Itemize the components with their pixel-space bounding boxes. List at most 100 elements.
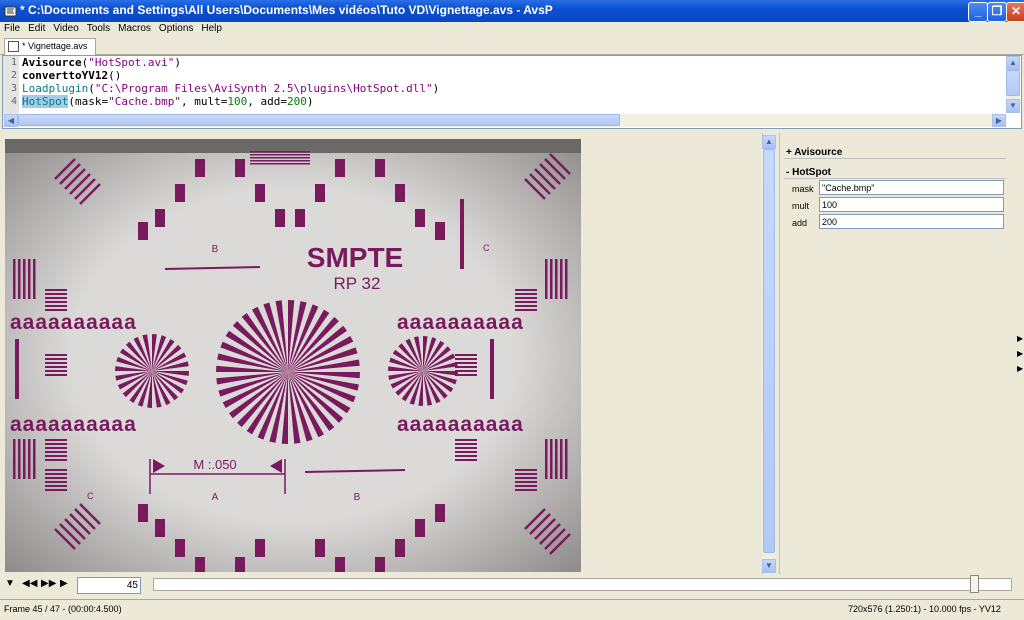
param-mask-field[interactable]: "Cache.bmp" — [819, 180, 1004, 195]
resolution-line — [45, 301, 67, 303]
code-line-2[interactable]: converttoYV12() — [22, 69, 121, 82]
param-mult-field[interactable]: 100 — [819, 197, 1004, 212]
resolution-line — [45, 477, 67, 479]
resolution-line — [515, 289, 537, 291]
panel-arrow-icon[interactable]: ▶ — [1017, 349, 1023, 358]
resolution-line — [45, 374, 67, 376]
chart-block — [375, 557, 385, 572]
scroll-up-button[interactable]: ▲ — [1006, 56, 1020, 70]
code-line-1[interactable]: Avisource("HotSpot.avi") — [22, 56, 181, 69]
section-hotspot[interactable]: - HotSpot — [786, 167, 831, 178]
resolution-line — [45, 293, 67, 295]
window-title: * C:\Documents and Settings\All Users\Do… — [20, 3, 553, 17]
resolution-bar — [23, 259, 26, 299]
section-divider — [784, 178, 1006, 179]
menu-bar: File Edit Video Tools Macros Options Help — [0, 22, 1024, 37]
scroll-right-button[interactable]: ▶ — [992, 114, 1006, 127]
chart-block — [335, 557, 345, 572]
chart-block — [415, 209, 425, 227]
maximize-button[interactable]: ❐ — [987, 2, 1007, 22]
close-button[interactable]: ✕ — [1006, 2, 1024, 22]
resolution-line — [455, 455, 477, 457]
scroll-up-button[interactable]: ▲ — [762, 135, 776, 149]
code-function: Loadplugin — [22, 82, 89, 95]
scroll-thumb[interactable] — [18, 114, 620, 126]
scale-bar — [460, 199, 464, 269]
editor-vertical-scrollbar[interactable]: ▲ ▼ — [1006, 56, 1020, 113]
code-function: Avisource — [22, 56, 82, 69]
code-punct: ) — [306, 95, 314, 108]
scale-bar — [15, 339, 19, 399]
expand-toggle[interactable]: + — [786, 147, 792, 158]
menu-tools[interactable]: Tools — [83, 22, 114, 36]
smpte-test-chart: SMPTE RP 32 M :.050 B B A C C aaaaaaaaaa… — [5, 139, 581, 572]
section-title: Avisource — [794, 147, 843, 158]
m-label: M :.050 — [193, 457, 236, 472]
next-frame-icon[interactable]: ▶▶ — [41, 578, 56, 589]
resolution-bar — [13, 259, 16, 299]
resolution-line — [250, 154, 310, 156]
resolution-line — [45, 485, 67, 487]
scroll-thumb[interactable] — [763, 149, 775, 553]
chart-block — [195, 557, 205, 572]
resolution-line — [45, 439, 67, 441]
resolution-line — [455, 362, 477, 364]
resolution-line — [45, 481, 67, 483]
scroll-down-button[interactable]: ▼ — [1006, 99, 1020, 113]
frame-number-input[interactable]: 45 — [77, 577, 141, 594]
resolution-line — [45, 370, 67, 372]
tab-label: * Vignettage.avs — [22, 41, 88, 51]
scroll-thumb[interactable] — [1006, 70, 1020, 96]
resolution-line — [45, 354, 67, 356]
play-menu-icon[interactable]: ▼ — [5, 578, 15, 589]
param-add-field[interactable]: 200 — [819, 214, 1004, 229]
script-editor[interactable]: 1 2 3 4 Avisource("HotSpot.avi") convert… — [2, 55, 1022, 129]
resolution-bar — [550, 259, 553, 299]
b-label: B — [212, 244, 219, 255]
menu-video[interactable]: Video — [49, 22, 82, 36]
previous-frame-icon[interactable]: ◀◀ — [22, 578, 37, 589]
resolution-bar — [28, 259, 31, 299]
chart-block — [138, 222, 148, 240]
app-icon — [4, 6, 17, 17]
status-bar: Frame 45 / 47 - (00:00:4.500) 720x576 (1… — [0, 599, 1024, 620]
editor-horizontal-scrollbar[interactable]: ◀ ▶ — [3, 114, 1006, 127]
scroll-left-button[interactable]: ◀ — [4, 114, 18, 127]
line-number: 3 — [10, 83, 17, 94]
resolution-line — [250, 151, 310, 153]
menu-help[interactable]: Help — [197, 22, 226, 36]
a-row-top-left: aaaaaaaaaa — [10, 311, 137, 334]
resolution-line — [515, 297, 537, 299]
code-line-4[interactable]: HotSpot(mask="Cache.bmp", mult=100, add=… — [22, 95, 313, 108]
menu-macros[interactable]: Macros — [114, 22, 155, 36]
minimize-button[interactable]: _ — [968, 2, 988, 22]
resolution-line — [45, 473, 67, 475]
scroll-down-button[interactable]: ▼ — [762, 559, 776, 573]
resolution-line — [455, 459, 477, 461]
resolution-bar — [23, 439, 26, 479]
chart-block — [175, 184, 185, 202]
chart-block — [335, 159, 345, 177]
menu-options[interactable]: Options — [155, 22, 197, 36]
resolution-line — [515, 485, 537, 487]
code-line-3[interactable]: Loadplugin("C:\Program Files\AviSynth 2.… — [22, 82, 439, 95]
resolution-line — [455, 443, 477, 445]
panel-arrow-icon[interactable]: ▶ — [1017, 364, 1023, 373]
collapse-toggle[interactable]: - — [786, 167, 789, 178]
a-row-bottom-right: aaaaaaaaaa — [397, 413, 524, 436]
video-frame: SMPTE RP 32 M :.050 B B A C C aaaaaaaaaa… — [5, 139, 581, 572]
menu-edit[interactable]: Edit — [24, 22, 49, 36]
frame-slider-thumb[interactable] — [970, 575, 980, 593]
section-avisource[interactable]: + Avisource — [786, 147, 842, 158]
line-number: 1 — [10, 57, 17, 68]
play-icon[interactable]: ▶ — [60, 578, 68, 589]
resolution-line — [45, 459, 67, 461]
chart-background — [5, 139, 581, 572]
c-label-left: C — [87, 491, 94, 501]
tab-vignettage[interactable]: * Vignettage.avs — [4, 38, 96, 55]
frame-slider-track[interactable] — [153, 578, 1012, 591]
chart-block — [275, 209, 285, 227]
panel-arrow-icon[interactable]: ▶ — [1017, 334, 1023, 343]
menu-file[interactable]: File — [0, 22, 24, 36]
preview-vertical-scrollbar[interactable]: ▲ ▼ — [762, 135, 776, 573]
